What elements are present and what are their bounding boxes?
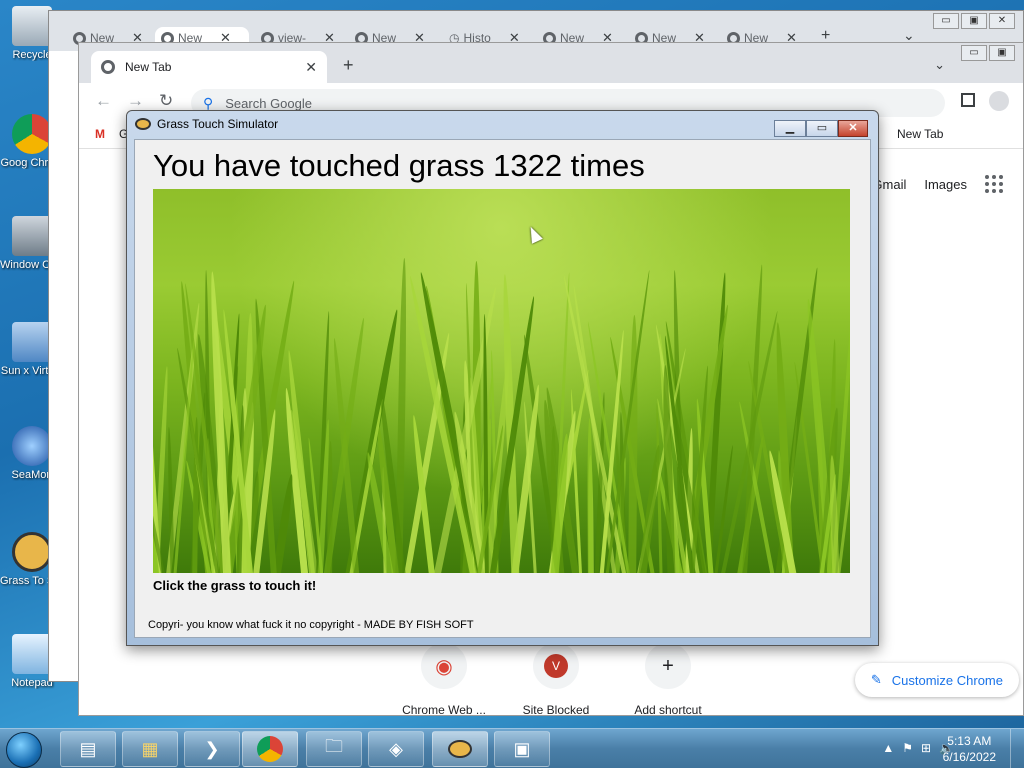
shortcut-label: Chrome Web ... <box>402 703 486 717</box>
close-button[interactable]: ✕ <box>989 13 1015 29</box>
window-title: Grass Touch Simulator <box>157 117 279 131</box>
apps-grid-icon[interactable] <box>985 175 1003 193</box>
window-client-area: You have touched grass 1322 times Click … <box>134 139 871 638</box>
close-button[interactable]: ✕ <box>838 120 868 137</box>
clock[interactable]: 5:13 AM 6/16/2022 <box>943 733 996 765</box>
taskbar: ▤ ▦ ❯ 🗀 ◈ ▣ ▲ ⚑ ⊞ 🔈 5:13 AM 6/16/2022 <box>0 728 1024 768</box>
omnibox-placeholder: Search Google <box>225 95 312 111</box>
tab-search-button[interactable]: ⌄ <box>934 57 945 73</box>
instruction-label: Click the grass to touch it! <box>153 578 317 593</box>
windows-console-icon <box>12 216 52 256</box>
shortcut-tiles: ◉ Chrome Web ... V Site Blocked + Add sh… <box>399 643 713 717</box>
virtualbox-icon: ◈ <box>389 738 403 759</box>
taskbar-virtualbox[interactable]: ◈ <box>368 731 424 767</box>
pencil-icon: ✎ <box>870 672 882 687</box>
gmail-icon: M <box>95 127 105 141</box>
shortcut-chrome-web-store[interactable]: ◉ Chrome Web ... <box>399 643 489 717</box>
window-controls: ▁ ▭ ✕ <box>774 120 868 137</box>
clock-time: 5:13 AM <box>947 734 992 748</box>
touch-counter-label: You have touched grass 1322 times <box>153 148 645 183</box>
grass-image[interactable] <box>153 189 850 573</box>
minimize-button[interactable]: ▭ <box>961 45 987 61</box>
notepad-icon <box>12 634 52 674</box>
explorer-icon: ▦ <box>141 738 159 759</box>
search-icon: ⚲ <box>203 94 214 111</box>
flag-icon[interactable]: ⚑ <box>902 741 913 755</box>
nerd-glasses-icon <box>12 532 52 572</box>
nerd-glasses-icon <box>135 118 151 130</box>
images-link[interactable]: Images <box>924 177 967 192</box>
maximize-button[interactable]: ▭ <box>806 120 838 137</box>
network-status-icon[interactable]: ⊞ <box>921 741 931 755</box>
customize-chrome-button[interactable]: ✎ Customize Chrome <box>854 663 1019 697</box>
virtualbox-icon <box>12 322 52 362</box>
maximize-button[interactable]: ▣ <box>989 45 1015 61</box>
minimize-button[interactable]: ▭ <box>933 13 959 29</box>
ntp-top-links: Gmail Images <box>872 175 1003 193</box>
minimize-button[interactable]: ▁ <box>774 120 806 137</box>
reload-button[interactable]: ↻ <box>159 91 173 111</box>
tab-new-tab[interactable]: New Tab ✕ <box>91 51 327 83</box>
forward-button[interactable]: → <box>127 91 144 111</box>
show-desktop-button[interactable] <box>1010 729 1024 768</box>
shortcut-label: Add shortcut <box>634 703 702 717</box>
recycle-bin-icon <box>12 6 52 46</box>
profile-avatar[interactable] <box>989 91 1009 111</box>
chrome-favicon-icon <box>101 60 115 74</box>
folder-icon: 🗀 <box>325 736 343 756</box>
network-icon: ▣ <box>513 738 531 759</box>
taskbar-folder[interactable]: 🗀 <box>306 731 362 767</box>
chrome-icon <box>257 736 283 762</box>
site-blocked-icon: V <box>533 643 579 689</box>
taskbar-network[interactable]: ▣ <box>494 731 550 767</box>
taskbar-grass-touch[interactable] <box>432 731 488 767</box>
powershell-icon: ❯ <box>204 738 220 759</box>
copyright-label: Copyri- you know what fuck it no copyrig… <box>148 619 474 631</box>
seamonkey-icon <box>12 426 52 466</box>
close-icon[interactable]: ✕ <box>305 59 317 76</box>
grass-touch-simulator-window: Grass Touch Simulator ▁ ▭ ✕ You have tou… <box>126 110 879 646</box>
new-tab-button[interactable]: + <box>343 55 354 76</box>
site-initial: V <box>544 654 568 678</box>
chrome-web-store-icon: ◉ <box>421 643 467 689</box>
taskbar-explorer[interactable]: ▦ <box>122 731 178 767</box>
window-titlebar: Grass Touch Simulator <box>135 117 278 131</box>
taskbar-chrome[interactable] <box>242 731 298 767</box>
grass-blade <box>587 417 593 573</box>
taskbar-file-manager[interactable]: ▤ <box>60 731 116 767</box>
shortcut-site-blocked[interactable]: V Site Blocked <box>511 643 601 717</box>
shortcut-add[interactable]: + Add shortcut <box>623 643 713 717</box>
tab-label: New Tab <box>125 60 172 74</box>
bookmark-new-tab[interactable]: New Tab <box>897 127 943 141</box>
customize-label: Customize Chrome <box>891 672 1003 688</box>
grass-blade <box>327 440 334 573</box>
maximize-button[interactable]: ▣ <box>961 13 987 29</box>
shortcut-label: Site Blocked <box>522 703 590 717</box>
chrome-icon <box>12 114 52 154</box>
nerd-glasses-icon <box>448 740 472 758</box>
taskbar-powershell[interactable]: ❯ <box>184 731 240 767</box>
file-manager-icon: ▤ <box>79 738 97 759</box>
chevron-up-icon[interactable]: ▲ <box>882 741 894 755</box>
tab-strip: New Tab ✕ + ⌄ ▭ ▣ <box>79 43 1023 83</box>
side-panel-icon[interactable] <box>961 93 975 107</box>
plus-icon: + <box>645 643 691 689</box>
clock-date: 6/16/2022 <box>942 750 996 764</box>
start-button[interactable] <box>6 732 42 768</box>
back-button[interactable]: ← <box>95 91 112 111</box>
